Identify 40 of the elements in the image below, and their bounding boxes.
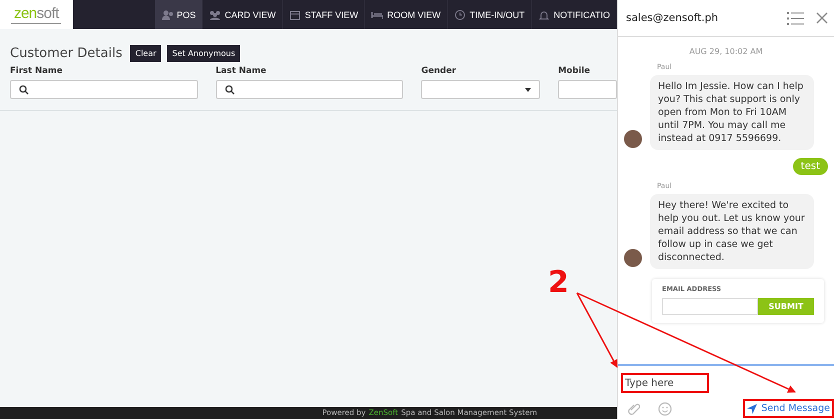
- avatar: [624, 249, 642, 267]
- field-label: Last Name: [216, 66, 268, 76]
- field-label: Gender: [421, 66, 458, 76]
- dropdown-caret-icon: [525, 88, 532, 92]
- annotation-number: 2: [548, 268, 569, 298]
- agent-message: Hey there! We're excited to help you out. Let us know your email address so that we can follow up in case we get disconnected.: [650, 194, 814, 269]
- visitor-message: test: [792, 158, 828, 175]
- field-label: Mobile: [558, 66, 592, 76]
- action-button[interactable]: Clear: [130, 44, 162, 62]
- nav-tab[interactable]: CARD VIEW: [202, 0, 283, 29]
- avatar: [624, 130, 642, 148]
- nav-tab[interactable]: STAFF VIEW: [282, 0, 366, 29]
- field-label: First Name: [10, 66, 64, 76]
- input-field[interactable]: [10, 80, 198, 99]
- group-icon: [208, 8, 221, 20]
- user-icon: [160, 8, 173, 20]
- clock-icon: [454, 8, 466, 20]
- nav-tab[interactable]: ROOM VIEW: [365, 0, 448, 29]
- bell-icon: [538, 8, 550, 20]
- agent-message: Hello Im Jessie. How can I help you? This chat support is only open from Mon to Fri 10AM until 7PM. You may call me instead at 0917 5596699.: [650, 75, 814, 150]
- search-icon: [19, 84, 29, 94]
- nav-tab[interactable]: TIME-IN/OUT: [448, 0, 532, 29]
- chat-timestamp: AUG 29, 10:02 AM: [688, 47, 764, 56]
- email-field[interactable]: [662, 298, 758, 315]
- chat-title: sales@zensoft.ph: [626, 12, 718, 24]
- smiley-icon[interactable]: [658, 402, 672, 416]
- calendar-icon: [288, 8, 301, 20]
- section-title: Customer Details: [10, 46, 122, 60]
- send-message-button[interactable]: Send Message: [745, 401, 832, 416]
- action-button[interactable]: Set Anonymous: [167, 44, 240, 62]
- logo-text: zensoft: [14, 6, 59, 20]
- list-icon[interactable]: [787, 12, 804, 24]
- select-field[interactable]: [421, 80, 540, 99]
- input-field[interactable]: [216, 80, 404, 99]
- input-field[interactable]: [558, 80, 617, 99]
- send-arrow-icon: [747, 404, 758, 414]
- close-icon[interactable]: [816, 12, 828, 24]
- paperclip-icon[interactable]: [628, 402, 640, 416]
- search-icon: [224, 84, 235, 94]
- nav-tab[interactable]: POS: [154, 0, 203, 29]
